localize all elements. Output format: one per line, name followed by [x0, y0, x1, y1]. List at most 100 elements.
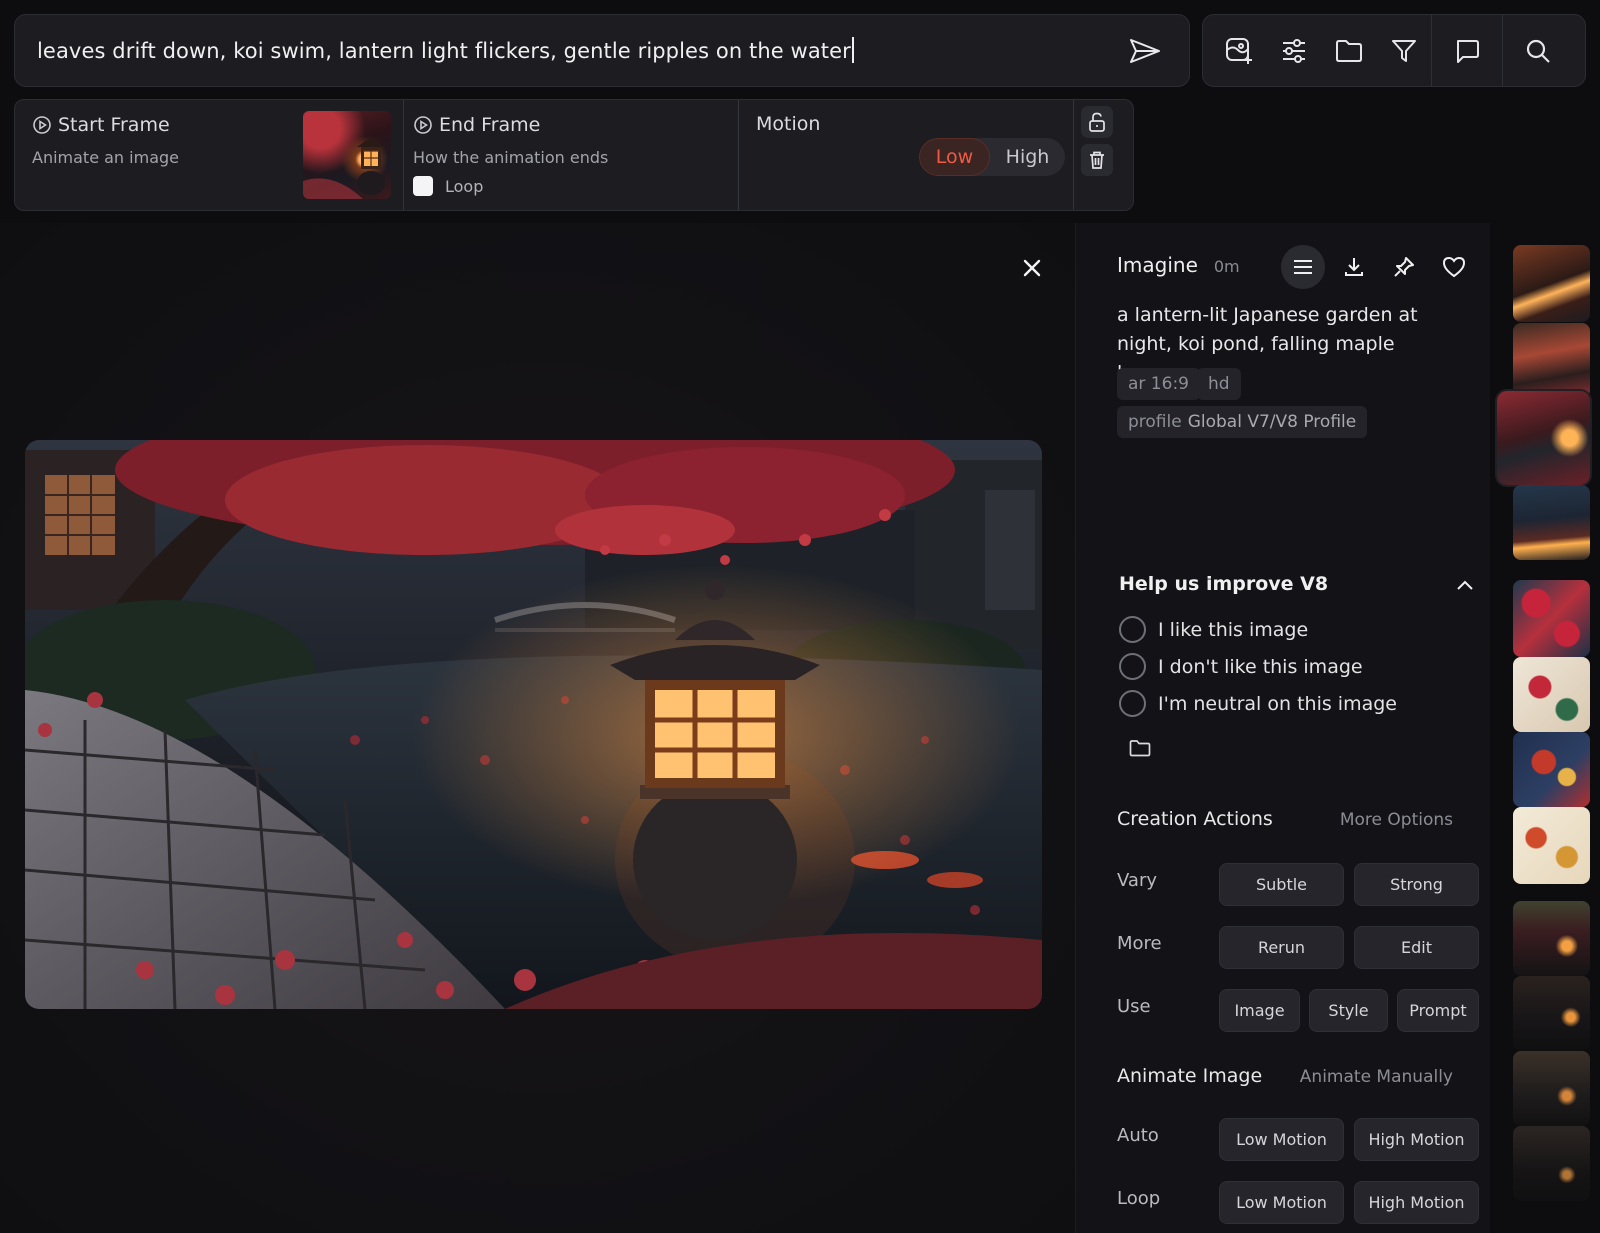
feedback-collapse-button[interactable]: [1451, 571, 1479, 599]
folder-icon: [1129, 740, 1151, 757]
details-button[interactable]: [1281, 245, 1325, 289]
start-frame-subtitle: Animate an image: [32, 148, 179, 167]
delete-button[interactable]: [1081, 144, 1113, 176]
download-icon: [1345, 258, 1363, 276]
chat-button[interactable]: [1432, 14, 1502, 87]
tag-profile[interactable]: profile Global V7/V8 Profile: [1117, 406, 1368, 438]
loop-low-motion-button[interactable]: Low Motion: [1219, 1181, 1344, 1224]
tag-hd[interactable]: hd: [1197, 368, 1241, 400]
folder-icon: [1335, 39, 1362, 62]
motion-section: Motion Low High: [739, 100, 1073, 210]
prompt-input[interactable]: leaves drift down, koi swim, lantern lig…: [37, 37, 854, 63]
send-button[interactable]: [1127, 33, 1163, 69]
animate-image-title: Animate Image: [1117, 1065, 1263, 1087]
send-icon: [1130, 39, 1160, 63]
text-caret: [851, 37, 854, 63]
more-label: More: [1117, 933, 1162, 954]
motion-low-option[interactable]: Low: [919, 138, 990, 176]
prompt-bar[interactable]: leaves drift down, koi swim, lantern lig…: [14, 14, 1190, 87]
thumbnail-image[interactable]: [1513, 657, 1590, 732]
auto-low-motion-button[interactable]: Low Motion: [1219, 1118, 1344, 1161]
animation-panel: Start Frame Animate an image End Frame H…: [14, 99, 1134, 211]
use-prompt-button[interactable]: Prompt: [1397, 989, 1479, 1032]
edit-button[interactable]: Edit: [1354, 926, 1479, 969]
download-button[interactable]: [1332, 245, 1376, 289]
lock-button[interactable]: [1081, 106, 1113, 138]
vary-strong-button[interactable]: Strong: [1354, 863, 1479, 906]
add-to-folder-button[interactable]: [1127, 735, 1153, 761]
thumbnail-image[interactable]: [1513, 1051, 1590, 1126]
loop-option[interactable]: Loop: [413, 176, 483, 196]
auto-label: Auto: [1117, 1125, 1159, 1146]
image-add-button[interactable]: [1211, 14, 1266, 87]
thumbnail-image[interactable]: [1513, 485, 1590, 560]
thumbnail-image[interactable]: [1513, 976, 1590, 1051]
tag-aspect-ratio[interactable]: ar 16:9: [1117, 368, 1200, 400]
thumbnail-image[interactable]: [1513, 323, 1590, 398]
creation-actions-title: Creation Actions: [1117, 808, 1273, 830]
generated-image[interactable]: [25, 440, 1042, 1009]
like-button[interactable]: [1432, 245, 1476, 289]
menu-lines-icon: [1294, 260, 1312, 274]
info-time: 0m: [1213, 257, 1240, 276]
trash-icon: [1090, 151, 1104, 169]
end-frame-subtitle: How the animation ends: [413, 148, 609, 167]
loop-checkbox[interactable]: [413, 176, 433, 196]
use-label: Use: [1117, 996, 1151, 1017]
thumbnail-image[interactable]: [1513, 245, 1590, 322]
loop-label: Loop: [445, 176, 484, 196]
motion-toggle[interactable]: Low High: [919, 138, 1065, 176]
pin-button[interactable]: [1382, 245, 1426, 289]
lantern-thumbnail-art: [303, 137, 385, 199]
selected-thumbnail[interactable]: [1497, 391, 1590, 485]
thumbnail-image[interactable]: [1513, 901, 1590, 976]
start-frame-section[interactable]: Start Frame Animate an image: [15, 100, 403, 210]
panel-divider: [1073, 100, 1074, 210]
rerun-button[interactable]: Rerun: [1219, 926, 1344, 969]
vary-subtle-button[interactable]: Subtle: [1219, 863, 1344, 906]
feedback-option-label: I don't like this image: [1158, 655, 1363, 678]
use-image-button[interactable]: Image: [1219, 989, 1300, 1032]
close-button[interactable]: [1012, 248, 1052, 288]
chevron-up-icon: [1457, 580, 1473, 590]
thumbnail-image[interactable]: [1513, 807, 1590, 884]
feedback-title: Help us improve V8: [1119, 573, 1329, 595]
settings-button[interactable]: [1266, 14, 1321, 87]
filter-button[interactable]: [1376, 14, 1431, 87]
feedback-option-label: I'm neutral on this image: [1158, 692, 1397, 715]
radio-button[interactable]: [1119, 616, 1146, 643]
loop-high-motion-button[interactable]: High Motion: [1354, 1181, 1479, 1224]
info-header: Imagine 0m: [1117, 253, 1240, 277]
radio-button[interactable]: [1119, 653, 1146, 680]
sliders-icon: [1282, 38, 1305, 63]
filter-icon: [1391, 39, 1416, 62]
thumbnail-strip: [1490, 223, 1600, 1233]
motion-title: Motion: [756, 113, 821, 135]
end-frame-section[interactable]: End Frame How the animation ends Loop: [404, 100, 738, 210]
feedback-neutral-option[interactable]: I'm neutral on this image: [1119, 690, 1397, 717]
feedback-like-option[interactable]: I like this image: [1119, 616, 1308, 643]
start-frame-title: Start Frame: [32, 114, 170, 136]
use-style-button[interactable]: Style: [1309, 989, 1388, 1032]
japanese-garden-artwork: [25, 440, 1042, 1009]
animate-manually-link[interactable]: Animate Manually: [1300, 1067, 1453, 1087]
play-circle-icon: [414, 116, 432, 134]
start-frame-thumbnail[interactable]: [303, 111, 391, 199]
search-button[interactable]: [1503, 14, 1573, 87]
toolbar: [1202, 14, 1586, 87]
heart-icon: [1442, 256, 1466, 278]
radio-button[interactable]: [1119, 690, 1146, 717]
pin-icon: [1394, 257, 1414, 277]
thumbnail-image[interactable]: [1513, 580, 1590, 657]
folder-button[interactable]: [1321, 14, 1376, 87]
thumbnail-image[interactable]: [1513, 1126, 1590, 1201]
search-icon: [1526, 39, 1550, 63]
auto-high-motion-button[interactable]: High Motion: [1354, 1118, 1479, 1161]
loop-row-label: Loop: [1117, 1188, 1161, 1209]
motion-high-option[interactable]: High: [990, 138, 1065, 176]
feedback-dislike-option[interactable]: I don't like this image: [1119, 653, 1363, 680]
more-options-link[interactable]: More Options: [1340, 810, 1453, 830]
vary-label: Vary: [1117, 870, 1157, 891]
thumbnail-image[interactable]: [1513, 732, 1590, 807]
image-add-icon: [1225, 37, 1252, 64]
